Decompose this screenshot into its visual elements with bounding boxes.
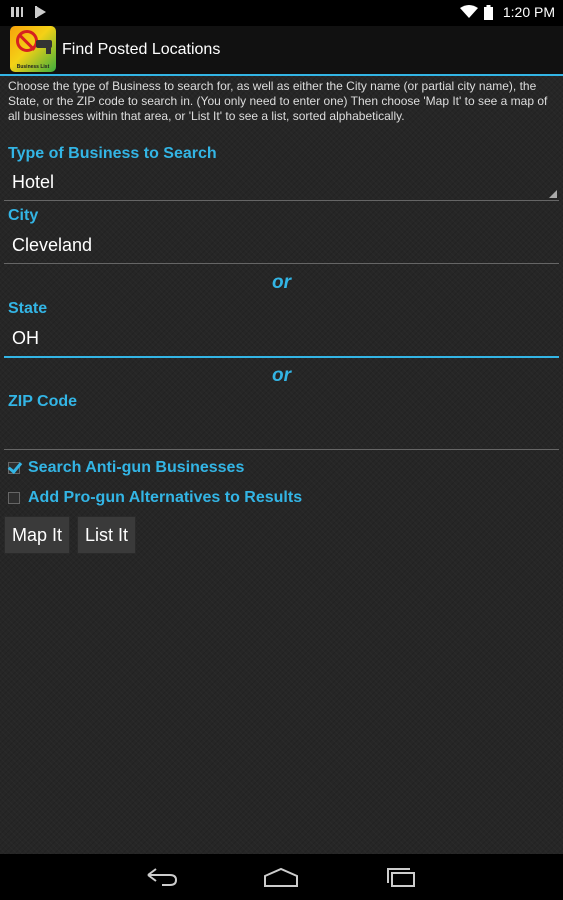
business-type-label: Type of Business to Search (8, 145, 217, 162)
no-gun-sign-icon (16, 30, 38, 52)
status-left-icons (10, 5, 48, 19)
state-field[interactable]: OH (4, 324, 559, 358)
play-store-icon (35, 6, 46, 18)
app-icon-caption: Business List (16, 64, 50, 70)
add-pro-gun-label[interactable]: Add Pro-gun Alternatives to Results (28, 489, 302, 507)
or-divider-2: or (272, 365, 291, 386)
or-divider-1: or (272, 272, 291, 293)
back-icon[interactable] (144, 866, 180, 888)
gun-icon (36, 40, 52, 54)
battery-icon (483, 4, 493, 20)
search-anti-gun-row[interactable]: Search Anti-gun Businesses (8, 459, 244, 477)
map-it-button[interactable]: Map It (4, 516, 70, 554)
app-icon[interactable]: Business List (10, 26, 56, 72)
city-field[interactable]: Cleveland (4, 231, 559, 264)
add-pro-gun-row[interactable]: Add Pro-gun Alternatives to Results (8, 489, 302, 507)
state-label: State (8, 300, 48, 317)
page-title: Find Posted Locations (62, 41, 221, 58)
wifi-icon (459, 5, 478, 18)
home-icon[interactable] (263, 866, 299, 888)
recent-apps-icon[interactable] (384, 866, 420, 888)
list-it-button[interactable]: List It (77, 516, 136, 554)
notification-icon (11, 7, 23, 17)
zip-field[interactable] (4, 417, 559, 450)
instructions-text: Choose the type of Business to search fo… (8, 79, 548, 123)
search-anti-gun-checkbox[interactable] (8, 462, 20, 474)
state-value: OH (12, 328, 39, 348)
search-anti-gun-label[interactable]: Search Anti-gun Businesses (28, 459, 244, 477)
add-pro-gun-checkbox[interactable] (8, 492, 20, 504)
status-time: 1:20 PM (502, 4, 555, 20)
city-label: City (8, 207, 39, 224)
navigation-bar (0, 854, 563, 900)
spinner-arrow-icon (549, 190, 557, 198)
zip-label: ZIP Code (8, 393, 78, 410)
status-bar: 1:20 PM (0, 0, 563, 26)
business-type-value: Hotel (12, 172, 55, 192)
business-type-spinner[interactable]: Hotel (4, 168, 559, 201)
status-right-icons: 1:20 PM (459, 4, 555, 20)
city-value: Cleveland (12, 235, 93, 255)
action-bar: Business List Find Posted Locations (0, 26, 563, 76)
